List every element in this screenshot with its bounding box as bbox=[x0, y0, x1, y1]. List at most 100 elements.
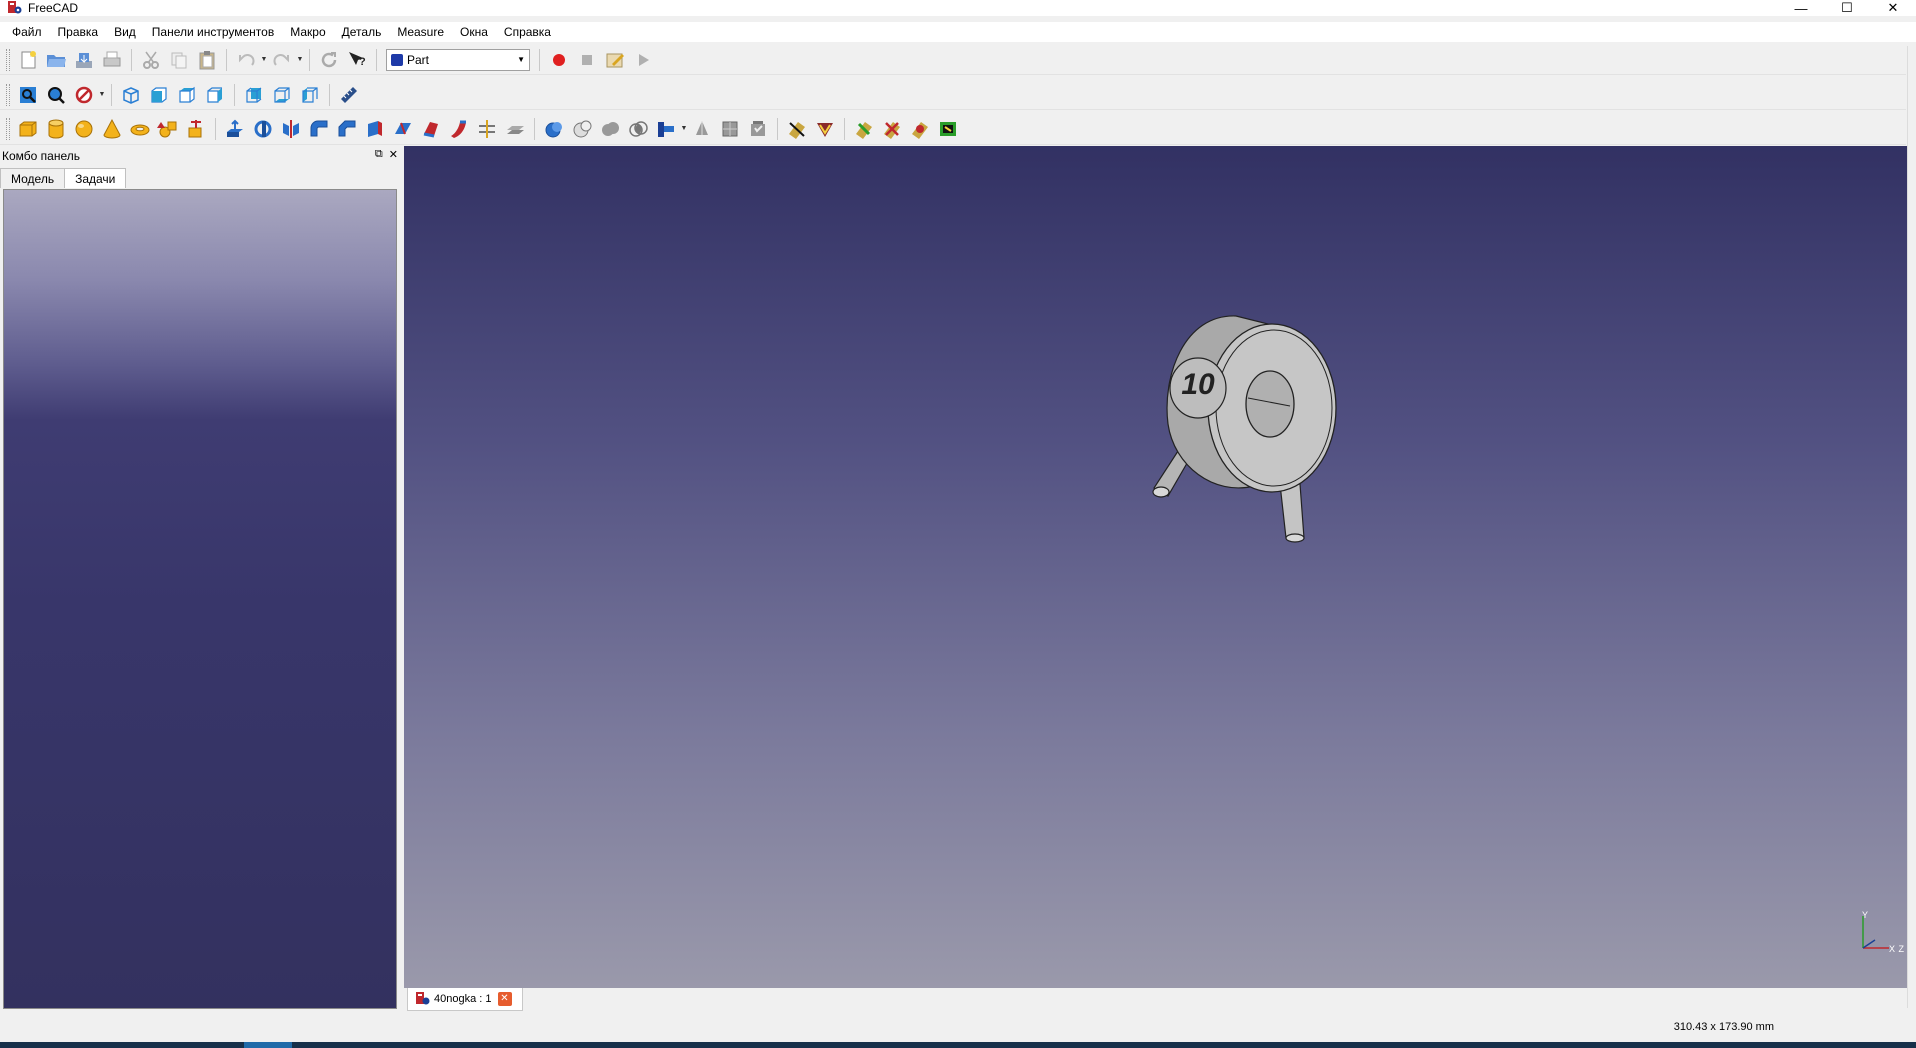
compound-tools-icon[interactable] bbox=[716, 116, 744, 142]
menu-help[interactable]: Справка bbox=[496, 22, 559, 42]
make-face-icon[interactable] bbox=[361, 116, 389, 142]
mirror-icon[interactable] bbox=[277, 116, 305, 142]
ruled-surface-icon[interactable] bbox=[389, 116, 417, 142]
refresh-icon[interactable] bbox=[315, 47, 343, 73]
view-rear-icon[interactable] bbox=[240, 82, 268, 108]
menu-part[interactable]: Деталь bbox=[334, 22, 390, 42]
menu-macro[interactable]: Макро bbox=[282, 22, 333, 42]
task-panel bbox=[3, 189, 397, 1009]
torus-icon[interactable] bbox=[126, 116, 154, 142]
toolbar-separator bbox=[329, 83, 330, 106]
axis-y-label: Y bbox=[1861, 910, 1868, 920]
macro-stop-icon[interactable] bbox=[573, 47, 601, 73]
toolbar-grip[interactable] bbox=[6, 117, 10, 140]
cut-icon[interactable] bbox=[137, 47, 165, 73]
menu-edit[interactable]: Правка bbox=[50, 22, 107, 42]
draw-style-icon[interactable] bbox=[70, 82, 98, 108]
tab-model[interactable]: Модель bbox=[0, 168, 66, 188]
view-isometric-icon[interactable] bbox=[117, 82, 145, 108]
toolbar-separator bbox=[234, 83, 235, 106]
view-bottom-icon[interactable] bbox=[268, 82, 296, 108]
loft-icon[interactable] bbox=[417, 116, 445, 142]
view-right-icon[interactable] bbox=[201, 82, 229, 108]
toolbar-grip[interactable] bbox=[6, 48, 10, 71]
fillet-icon[interactable] bbox=[305, 116, 333, 142]
revolve-icon[interactable] bbox=[249, 116, 277, 142]
open-icon[interactable] bbox=[42, 47, 70, 73]
save-icon[interactable] bbox=[70, 47, 98, 73]
boolean-icon[interactable] bbox=[540, 116, 568, 142]
print-icon[interactable] bbox=[98, 47, 126, 73]
measure-3d-icon[interactable] bbox=[934, 116, 962, 142]
float-panel-icon[interactable]: ⧉ bbox=[375, 148, 383, 161]
taskbar-active-app[interactable] bbox=[244, 1042, 292, 1048]
cross-sections-icon[interactable] bbox=[501, 116, 529, 142]
whats-this-icon[interactable]: ? bbox=[343, 47, 371, 73]
part-workbench-icon bbox=[391, 53, 403, 66]
toolbar-separator bbox=[376, 48, 377, 71]
menu-measure[interactable]: Measure bbox=[389, 22, 452, 42]
workbench-selector[interactable]: Part ▼ bbox=[386, 48, 530, 71]
measure-toggle-icon[interactable] bbox=[906, 116, 934, 142]
box-icon[interactable] bbox=[14, 116, 42, 142]
split-features-icon[interactable] bbox=[688, 116, 716, 142]
toolbar-grip[interactable] bbox=[6, 83, 10, 106]
join-dropdown-icon[interactable]: ▼ bbox=[680, 116, 688, 142]
tab-tasks[interactable]: Задачи bbox=[64, 168, 127, 188]
fit-all-icon[interactable] bbox=[14, 82, 42, 108]
paste-icon[interactable] bbox=[193, 47, 221, 73]
check-geometry-icon[interactable] bbox=[744, 116, 772, 142]
macro-record-icon[interactable] bbox=[545, 47, 573, 73]
section-icon[interactable] bbox=[473, 116, 501, 142]
primitives-icon[interactable] bbox=[154, 116, 182, 142]
redo-dropdown-icon[interactable]: ▼ bbox=[296, 47, 304, 73]
measure-refresh-icon[interactable] bbox=[850, 116, 878, 142]
close-button[interactable]: ✕ bbox=[1870, 0, 1916, 16]
view-front-icon[interactable] bbox=[145, 82, 173, 108]
measure-icon[interactable] bbox=[335, 82, 363, 108]
fuse-icon[interactable] bbox=[596, 116, 624, 142]
view-top-icon[interactable] bbox=[173, 82, 201, 108]
close-tab-icon[interactable]: ✕ bbox=[497, 992, 512, 1006]
menu-windows[interactable]: Окна bbox=[452, 22, 496, 42]
toolbar-separator bbox=[215, 117, 216, 140]
toolbar-separator bbox=[131, 48, 132, 71]
extrude-icon[interactable] bbox=[221, 116, 249, 142]
cylinder-icon[interactable] bbox=[42, 116, 70, 142]
freecad-document-icon bbox=[416, 992, 430, 1005]
close-panel-icon[interactable]: ✕ bbox=[389, 148, 398, 161]
axis-z-label: Z bbox=[1898, 944, 1905, 954]
toolbar-separator bbox=[844, 117, 845, 140]
3d-view[interactable]: 10 Y X Z bbox=[404, 146, 1907, 988]
fit-selection-icon[interactable] bbox=[42, 82, 70, 108]
minimize-button[interactable]: — bbox=[1778, 0, 1824, 16]
draw-style-dropdown-icon[interactable]: ▼ bbox=[98, 82, 106, 108]
redo-icon[interactable] bbox=[268, 47, 296, 73]
shape-builder-icon[interactable] bbox=[182, 116, 210, 142]
undo-dropdown-icon[interactable]: ▼ bbox=[260, 47, 268, 73]
new-file-icon[interactable] bbox=[14, 47, 42, 73]
sphere-icon[interactable] bbox=[70, 116, 98, 142]
view-toolbar: ▼ bbox=[0, 80, 1906, 110]
document-tab[interactable]: 40nogka : 1 ✕ bbox=[407, 988, 523, 1011]
3d-model[interactable] bbox=[1124, 306, 1364, 566]
common-icon[interactable] bbox=[624, 116, 652, 142]
measure-angular-icon[interactable] bbox=[811, 116, 839, 142]
cone-icon[interactable] bbox=[98, 116, 126, 142]
menu-toolbars[interactable]: Панели инструментов bbox=[144, 22, 282, 42]
menu-file[interactable]: Файл bbox=[4, 22, 50, 42]
cut-boolean-icon[interactable] bbox=[568, 116, 596, 142]
menu-view[interactable]: Вид bbox=[106, 22, 144, 42]
macro-run-icon[interactable] bbox=[629, 47, 657, 73]
measure-linear-icon[interactable] bbox=[783, 116, 811, 142]
measure-clear-icon[interactable] bbox=[878, 116, 906, 142]
view-left-icon[interactable] bbox=[296, 82, 324, 108]
maximize-button[interactable]: ☐ bbox=[1824, 0, 1870, 16]
chamfer-icon[interactable] bbox=[333, 116, 361, 142]
view-dimensions: 310.43 x 173.90 mm bbox=[1673, 1021, 1774, 1033]
copy-icon[interactable] bbox=[165, 47, 193, 73]
join-features-icon[interactable] bbox=[652, 116, 680, 142]
macro-edit-icon[interactable] bbox=[601, 47, 629, 73]
sweep-icon[interactable] bbox=[445, 116, 473, 142]
undo-icon[interactable] bbox=[232, 47, 260, 73]
